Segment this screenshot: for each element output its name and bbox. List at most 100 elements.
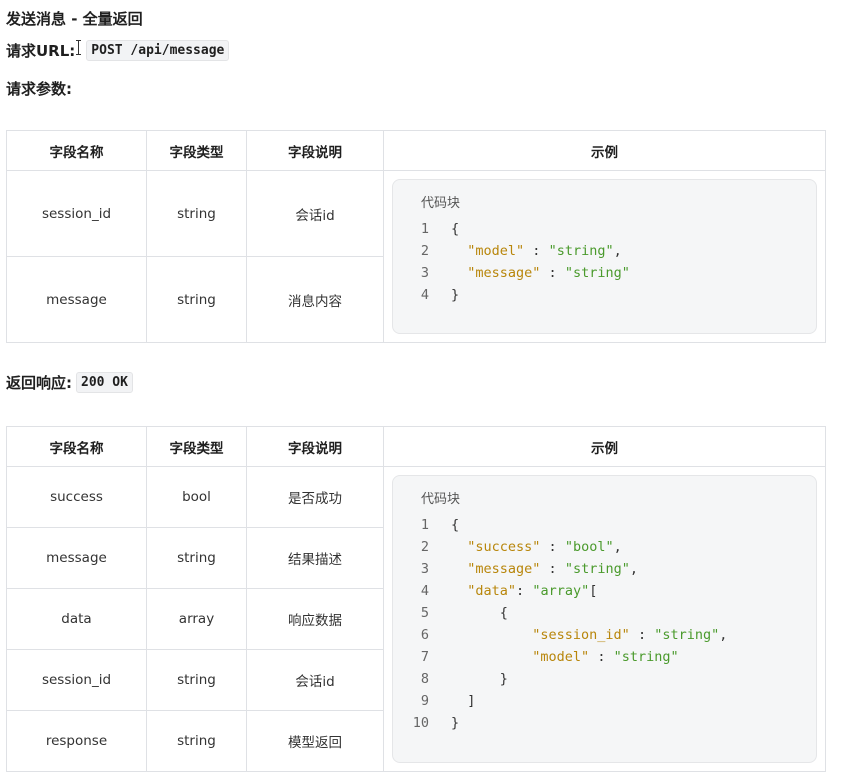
code-punct: : [589,649,614,665]
code-key: "message" [467,561,541,577]
code-text: { [451,602,508,624]
code-block-title: 代码块 [421,196,461,211]
line-number: 4 [420,287,429,303]
header-field-name: 字段名称 [6,130,147,171]
line-number: 8 [420,671,429,687]
table-row: success bool 是否成功 代码块 1{2 "success" : "b… [6,466,826,772]
code-lines: 1{2 "model" : "string", 3 "message" : "st… [393,218,816,306]
line-number: 10 [412,715,429,731]
code-line: 2 "model" : "string", [393,240,816,262]
code-line: 8 } [393,668,816,690]
code-punct [451,265,467,281]
header-field-desc: 字段说明 [246,426,384,467]
code-line: 6 "session_id" : "string", [393,624,816,646]
field-name-cell: success [6,466,147,528]
code-text: "model" : "string", [451,240,621,262]
response-code: 200 OK [76,372,133,393]
code-text: "success" : "bool", [451,536,622,558]
line-number: 2 [420,243,429,259]
request-params-heading: 请求参数: [6,80,72,98]
field-type-cell: string [146,710,247,772]
code-string: "string" [564,265,630,281]
code-text: "message" : "string", [451,558,638,580]
code-punct [451,583,467,599]
code-text: ] [451,690,475,712]
code-key: "success" [467,539,541,555]
code-punct: { [451,517,460,533]
code-string: "string" [548,243,614,259]
header-field-desc: 字段说明 [246,130,384,171]
code-punct [451,243,467,259]
field-name-cell: data [6,588,147,650]
code-punct: } [451,671,508,687]
code-punct: : [540,265,565,281]
code-text: { [451,218,459,240]
response-row: 返回响应: 200 OK [6,372,133,393]
code-text: { [451,514,459,536]
field-type-cell: bool [146,466,247,528]
code-line: 5 { [393,602,816,624]
line-number: 5 [420,605,429,621]
code-punct: , [613,539,622,555]
field-desc-cell: 消息内容 [246,256,384,343]
example-cell: 代码块 1{2 "model" : "string", 3 "message" :… [383,170,826,343]
code-line: 4} [393,284,816,306]
code-string: "string" [613,649,679,665]
code-key: "data" [467,583,517,599]
line-number: 6 [420,627,429,643]
text-cursor-icon [76,40,82,55]
example-cell: 代码块 1{2 "success" : "bool", 3 "message" :… [383,466,826,772]
code-line: 1{ [393,514,816,536]
code-punct: { [451,605,508,621]
code-block[interactable]: 代码块 1{2 "success" : "bool", 3 "message" :… [392,475,817,763]
code-key: "message" [467,265,541,281]
field-type-cell: string [146,649,247,711]
line-number: 4 [420,583,429,599]
code-block-title: 代码块 [421,492,461,507]
field-name-cell: session_id [6,649,147,711]
field-desc-cell: 结果描述 [246,527,384,589]
code-lines: 1{2 "success" : "bool", 3 "message" : "st… [393,514,816,734]
field-desc-cell: 是否成功 [246,466,384,528]
code-punct [451,539,467,555]
table-row: session_id string 会话id 代码块 1{2 "model" :… [6,170,826,343]
header-field-name: 字段名称 [6,426,147,467]
line-number: 1 [420,517,429,533]
code-text: } [451,668,508,690]
field-desc-cell: 模型返回 [246,710,384,772]
code-punct: : [629,627,655,643]
code-punct: [ [589,583,598,599]
line-number: 3 [420,561,429,577]
request-url-label: 请求URL: [6,42,76,60]
response-label: 返回响应: [6,374,72,392]
field-name-cell: response [6,710,147,772]
code-text: "message" : "string" [451,262,630,284]
field-type-cell: string [146,170,247,257]
code-key: "session_id" [532,627,630,643]
header-field-type: 字段类型 [146,426,247,467]
header-example: 示例 [383,130,826,171]
code-punct: } [451,715,460,731]
field-type-cell: string [146,256,247,343]
code-punct: ] [451,693,476,709]
code-punct [451,561,467,577]
code-punct [451,649,532,665]
header-field-type: 字段类型 [146,130,247,171]
field-desc-cell: 会话id [246,170,384,257]
code-block[interactable]: 代码块 1{2 "model" : "string", 3 "message" :… [392,179,817,334]
code-punct: { [451,221,460,237]
code-line: 3 "message" : "string" [393,262,816,284]
code-line: 4 "data": "array"[ [393,580,816,602]
code-line: 7 "model" : "string" [393,646,816,668]
code-string: "string" [564,561,630,577]
line-number: 9 [420,693,429,709]
code-text: } [451,712,459,734]
field-type-cell: array [146,588,247,650]
line-number: 7 [420,649,429,665]
page-title: 发送消息 - 全量返回 [6,10,143,28]
code-text: "data": "array"[ [451,580,597,602]
field-type-cell: string [146,527,247,589]
code-key: "model" [467,243,525,259]
request-url-code: POST /api/message [86,40,230,61]
code-punct: , [629,561,638,577]
